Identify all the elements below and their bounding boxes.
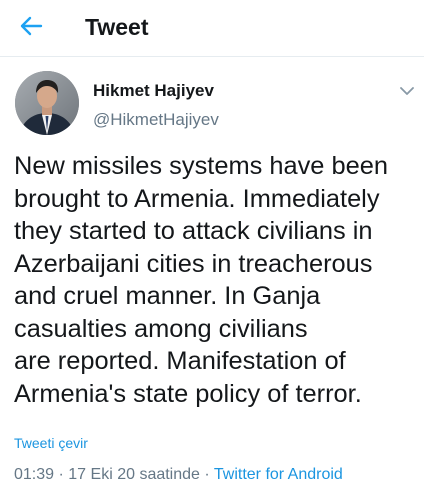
author-handle[interactable]: @HikmetHajiyev xyxy=(93,109,219,131)
tweet-source-link[interactable]: Twitter for Android xyxy=(214,466,343,483)
tweet-time: 01:39 xyxy=(14,466,55,483)
avatar[interactable] xyxy=(15,71,79,135)
chevron-down-icon xyxy=(400,83,414,101)
translate-tweet-link[interactable]: Tweeti çevir xyxy=(14,434,88,452)
top-bar: Tweet xyxy=(0,0,424,57)
tweet-meta: 01:39 · 17 Eki 20 saatinde · Twitter for… xyxy=(14,465,343,485)
meta-separator: · xyxy=(204,466,210,483)
arrow-left-icon xyxy=(19,15,43,42)
tweet-text: New missiles systems have been brought t… xyxy=(14,152,388,408)
author-name[interactable]: Hikmet Hajiyev xyxy=(93,80,214,102)
page-title: Tweet xyxy=(85,14,149,40)
tweet-menu-button[interactable] xyxy=(396,82,418,102)
meta-separator: · xyxy=(58,466,64,483)
back-button[interactable] xyxy=(16,13,46,43)
tweet-date: 17 Eki 20 saatinde xyxy=(68,466,200,483)
